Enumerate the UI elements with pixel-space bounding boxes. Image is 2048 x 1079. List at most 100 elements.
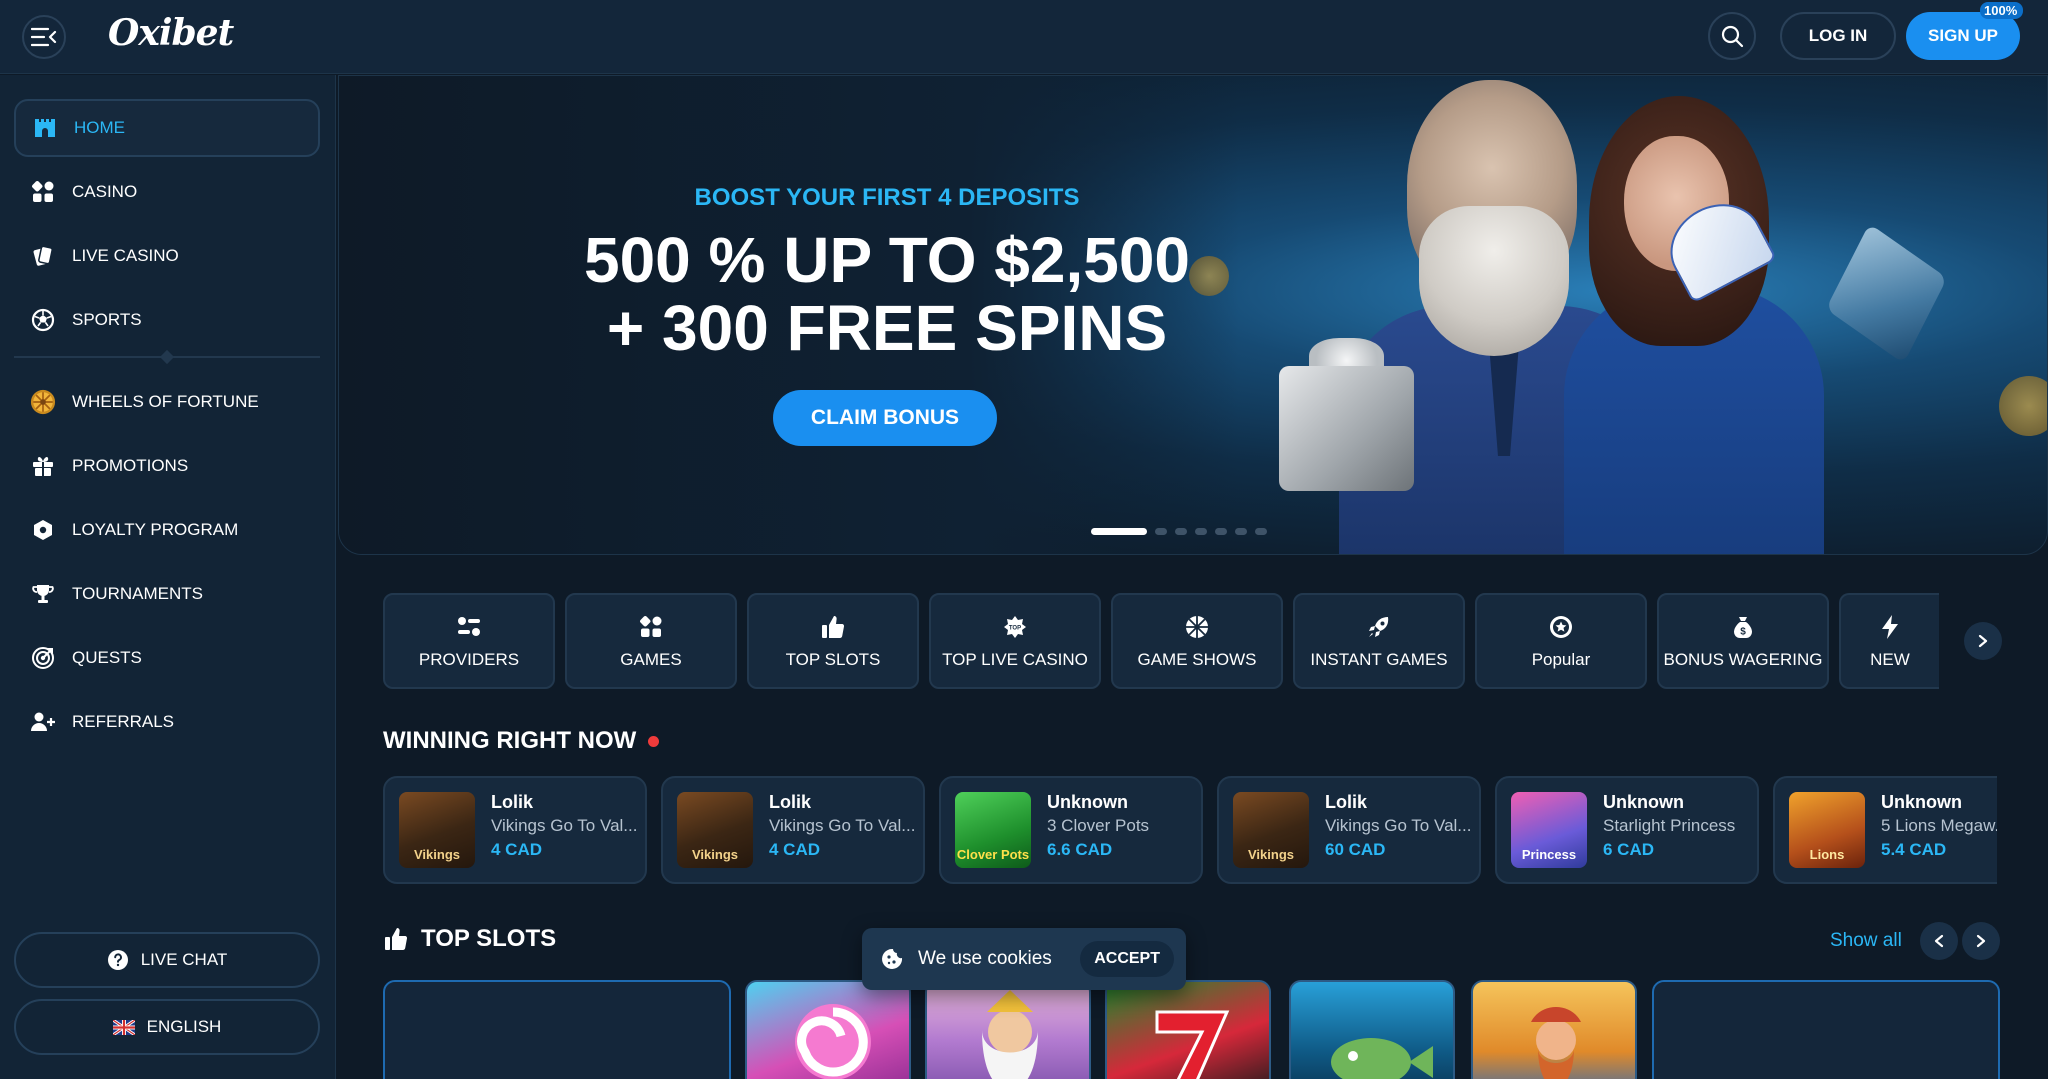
thumbnail-label: Princess <box>1521 847 1577 862</box>
carousel-dot[interactable] <box>1195 528 1207 535</box>
sidebar-item-tournaments[interactable]: TOURNAMENTS <box>14 565 320 623</box>
star-badge-icon <box>1548 612 1574 642</box>
sidebar-item-wheels-of-fortune[interactable]: WHEELS OF FORTUNE <box>14 373 320 431</box>
signup-button[interactable]: SIGN UP <box>1906 12 2020 60</box>
category-game-shows[interactable]: GAME SHOWS <box>1111 593 1283 689</box>
sidebar-item-sports[interactable]: SPORTS <box>14 291 320 349</box>
slots-next-button[interactable] <box>1962 922 2000 960</box>
slot-tile[interactable] <box>1105 980 1271 1079</box>
money-bag-icon: $ <box>1730 612 1756 642</box>
live-chat-label: LIVE CHAT <box>140 950 228 969</box>
winner-card[interactable]: Vikings Lolik Vikings Go To Val... 60 CA… <box>1217 776 1481 884</box>
winner-username: Unknown <box>1603 792 1684 812</box>
category-label: TOP SLOTS <box>785 650 881 669</box>
search-icon <box>1721 25 1744 48</box>
svg-text:TOP: TOP <box>1009 626 1021 632</box>
trophy-icon <box>30 581 56 607</box>
chevron-right-icon <box>1978 634 1988 648</box>
category-label: PROVIDERS <box>418 650 520 669</box>
slot-tile[interactable] <box>1471 980 1637 1079</box>
language-selector[interactable]: ENGLISH <box>14 999 320 1055</box>
search-button[interactable] <box>1708 12 1756 60</box>
hero-banner[interactable]: BOOST YOUR FIRST 4 DEPOSITS 500 % UP TO … <box>338 75 2048 555</box>
carousel-dot-active[interactable] <box>1091 528 1147 535</box>
category-providers[interactable]: PROVIDERS <box>383 593 555 689</box>
slot-tile[interactable] <box>1289 980 1455 1079</box>
slot-tile-placeholder[interactable] <box>1652 980 2000 1079</box>
help-chat-icon <box>107 949 129 971</box>
sidebar-item-label: QUESTS <box>72 648 142 667</box>
hero-subtitle: BOOST YOUR FIRST 4 DEPOSITS <box>694 184 1080 211</box>
slot-tile-placeholder[interactable] <box>383 980 731 1079</box>
game-thumbnail: Vikings <box>677 792 753 868</box>
sidebar-item-promotions[interactable]: PROMOTIONS <box>14 437 320 495</box>
carousel-dot[interactable] <box>1175 528 1187 535</box>
winner-game: Starlight Princess <box>1603 816 1736 835</box>
hero-title: 500 % UP TO $2,500 + 300 FREE SPINS <box>339 226 1435 362</box>
logo[interactable]: Oxibet <box>108 12 234 54</box>
category-bonus-wagering[interactable]: $ BONUS WAGERING <box>1657 593 1829 689</box>
slot-tile[interactable] <box>925 980 1091 1079</box>
category-top-live-casino[interactable]: TOP TOP LIVE CASINO <box>929 593 1101 689</box>
show-all-link[interactable]: Show all <box>1830 930 1902 952</box>
winner-card[interactable]: Vikings Lolik Vikings Go To Val... 4 CAD <box>661 776 925 884</box>
winner-card[interactable]: Clover Pots Unknown 3 Clover Pots 6.6 CA… <box>939 776 1203 884</box>
category-new[interactable]: NEW <box>1839 593 1939 689</box>
category-label: INSTANT GAMES <box>1310 650 1448 669</box>
slot-tile[interactable] <box>745 980 911 1079</box>
claim-bonus-button[interactable]: CLAIM BONUS <box>773 390 997 446</box>
winner-amount: 6.6 CAD <box>1047 840 1113 859</box>
sidebar-item-quests[interactable]: QUESTS <box>14 629 320 687</box>
soccer-ball-icon <box>30 307 56 333</box>
slots-prev-button[interactable] <box>1920 922 1958 960</box>
carousel-dot[interactable] <box>1235 528 1247 535</box>
sidebar-item-live-casino[interactable]: LIVE CASINO <box>14 227 320 285</box>
winning-now-title: WINNING RIGHT NOW <box>383 727 637 754</box>
chevron-right-icon <box>1976 934 1986 948</box>
menu-collapse-icon <box>31 27 57 47</box>
category-popular[interactable]: Popular <box>1475 593 1647 689</box>
sidebar-item-casino[interactable]: CASINO <box>14 163 320 221</box>
winner-card[interactable]: Lions Unknown 5 Lions Megaw... 5.4 CAD <box>1773 776 1997 884</box>
hero-title-line-2: + 300 FREE SPINS <box>606 292 1168 364</box>
zeus-graphic <box>982 990 1038 1079</box>
silver-gift-box <box>1279 366 1414 491</box>
category-games[interactable]: GAMES <box>565 593 737 689</box>
winner-card[interactable]: Vikings Lolik Vikings Go To Val... 4 CAD <box>383 776 647 884</box>
thumbnail-label: Lions <box>1809 847 1845 862</box>
uk-flag-icon <box>112 1019 135 1035</box>
category-label: Popular <box>1531 650 1591 669</box>
wheel-icon <box>1184 612 1210 642</box>
winner-amount: 5.4 CAD <box>1881 840 1947 859</box>
winner-card[interactable]: Princess Unknown Starlight Princess 6 CA… <box>1495 776 1759 884</box>
menu-toggle-button[interactable] <box>22 15 66 59</box>
top-slots-title: TOP SLOTS <box>421 925 557 952</box>
accept-cookies-button[interactable]: ACCEPT <box>1080 941 1174 977</box>
categories-next-button[interactable] <box>1964 622 2002 660</box>
winner-game: Vikings Go To Val... <box>1325 816 1472 835</box>
sidebar-item-referrals[interactable]: REFERRALS <box>14 693 320 751</box>
top-badge-icon: TOP <box>1002 612 1028 642</box>
castle-icon <box>32 115 58 141</box>
add-user-icon <box>30 709 56 735</box>
lucky-seven-graphic <box>1155 1010 1230 1079</box>
winner-game: Vikings Go To Val... <box>769 816 916 835</box>
thumbnail-label: Vikings <box>1247 847 1294 862</box>
login-button[interactable]: LOG IN <box>1780 12 1896 60</box>
category-top-slots[interactable]: TOP SLOTS <box>747 593 919 689</box>
category-bar: PROVIDERS GAMES TOP SLOTS TOP TOP LIVE C… <box>383 593 1939 689</box>
candy-swirl-graphic <box>795 1004 871 1079</box>
sidebar-item-home[interactable]: HOME <box>14 99 320 157</box>
live-chat-button[interactable]: LIVE CHAT <box>14 932 320 988</box>
sidebar-item-label: CASINO <box>72 182 138 201</box>
sidebar-item-label: LOYALTY PROGRAM <box>72 520 239 539</box>
language-label: ENGLISH <box>146 1017 222 1036</box>
carousel-dot[interactable] <box>1155 528 1167 535</box>
chevron-left-icon <box>1934 934 1944 948</box>
carousel-dot[interactable] <box>1255 528 1267 535</box>
sidebar-item-loyalty-program[interactable]: LOYALTY PROGRAM <box>14 501 320 559</box>
fisherman-graphic <box>1531 1007 1581 1079</box>
category-instant-games[interactable]: INSTANT GAMES <box>1293 593 1465 689</box>
carousel-dot[interactable] <box>1215 528 1227 535</box>
winner-username: Unknown <box>1047 792 1128 812</box>
